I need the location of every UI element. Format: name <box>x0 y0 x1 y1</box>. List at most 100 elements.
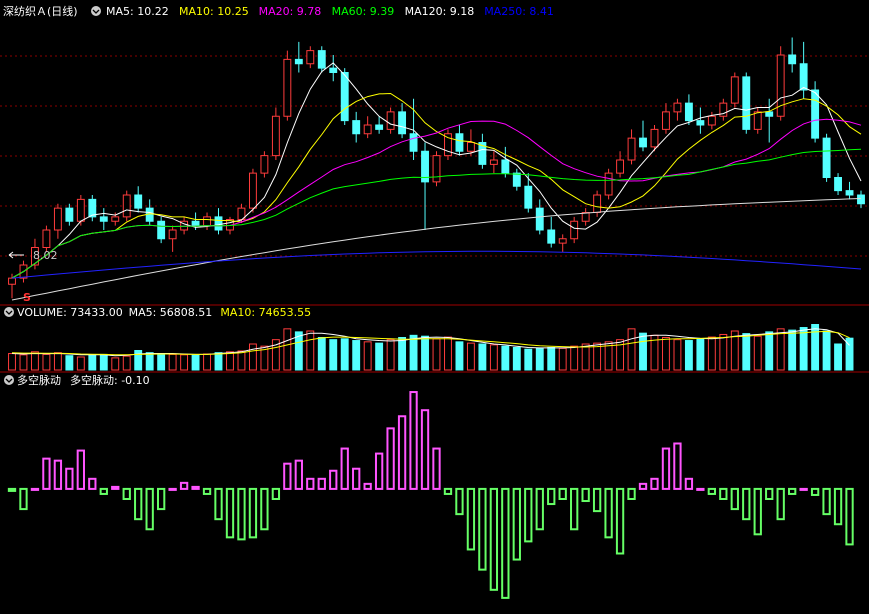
oscillator-bar-negative <box>833 487 843 526</box>
oscillator-bar-positive <box>397 415 407 490</box>
candle-up <box>650 128 659 148</box>
candle-down <box>501 159 510 174</box>
oscillator-layer <box>7 391 854 599</box>
volume-bar-down <box>398 337 407 371</box>
volume-bar-up <box>111 357 120 371</box>
oscillator-bar-negative <box>202 487 212 495</box>
candle-down <box>409 133 418 152</box>
volume-bar-down <box>145 352 154 371</box>
candle-down <box>157 220 166 240</box>
candle-up <box>730 76 739 104</box>
candle-up <box>432 155 441 183</box>
volume-bar-down <box>696 338 705 371</box>
candle-down <box>191 220 200 227</box>
candle-up <box>570 220 579 240</box>
oscillator-bar-positive <box>363 482 372 490</box>
oscillator-bar-positive <box>306 477 315 490</box>
indicator-toggle-icon[interactable] <box>4 375 14 385</box>
oscillator-bar-negative <box>570 487 579 531</box>
candle-down <box>340 72 349 122</box>
volume-bar-up <box>31 351 39 371</box>
oscillator-bar-positive <box>409 391 418 490</box>
oscillator-bar-negative <box>742 487 751 521</box>
volume-bar-up <box>248 343 257 371</box>
oscillator-bar-negative <box>489 487 499 591</box>
oscillator-bar-negative <box>765 487 774 500</box>
volume-bar-down <box>421 335 429 371</box>
oscillator-bar-positive <box>294 459 303 490</box>
settings-toggle-icon[interactable] <box>91 6 101 16</box>
oscillator-bar-negative <box>271 487 281 500</box>
oscillator-bar-negative <box>122 487 131 500</box>
volume-bar-up <box>226 351 234 371</box>
volume-bar-down <box>157 353 166 371</box>
candle-up <box>386 111 395 130</box>
oscillator-bar-negative <box>788 487 797 495</box>
candle-up <box>627 137 636 161</box>
volume-bar-up <box>180 354 189 371</box>
signal-s-marker: S <box>23 291 31 304</box>
candle-up <box>260 155 269 174</box>
volume-bar-up <box>558 347 567 371</box>
oscillator-bar-negative <box>19 487 28 511</box>
candle-up <box>203 216 211 227</box>
oscillator-bar-positive <box>317 477 326 490</box>
candle-down <box>799 63 808 91</box>
ma-legend-label: MA10: 10.25 <box>179 5 249 18</box>
oscillator-bar-negative <box>753 487 762 536</box>
oscillator-bar-negative <box>134 487 143 521</box>
volume-bar-down <box>99 353 108 371</box>
oscillator-bar-positive <box>76 449 85 490</box>
volume-bar-up <box>466 342 475 371</box>
oscillator-bar-positive <box>650 477 659 490</box>
oscillator-bar-positive <box>432 447 441 490</box>
oscillator-bar-negative <box>145 487 154 531</box>
candle-down <box>294 58 303 65</box>
volume-bar-up <box>8 353 16 371</box>
oscillator-bar-negative <box>156 487 166 511</box>
oscillator-bar-negative <box>99 487 108 495</box>
volume-bar-down <box>352 340 361 371</box>
candle-up <box>558 238 567 244</box>
volume-bar-up <box>42 353 51 371</box>
oscillator-bar-negative <box>604 487 613 539</box>
oscillator-bar-negative <box>466 487 476 551</box>
volume-bar-up <box>776 328 785 371</box>
oscillator-bar-negative <box>478 487 487 571</box>
oscillator-bar-positive <box>684 477 694 490</box>
candle-up <box>604 172 613 196</box>
oscillator-bar-negative <box>776 487 785 521</box>
ma120-line <box>11 198 862 301</box>
volume-bar-up <box>627 328 636 371</box>
volume-bar-up <box>203 353 211 371</box>
candlestick-layer <box>8 37 865 299</box>
oscillator-bar-negative <box>225 487 235 539</box>
oscillator-bar-negative <box>707 487 717 495</box>
volume-bar-down <box>822 330 831 371</box>
candle-down <box>811 89 820 139</box>
oscillator-bar-negative <box>730 487 739 511</box>
oscillator-bar-negative <box>237 487 246 541</box>
candle-up <box>593 194 602 213</box>
oscillator-bar-negative <box>455 487 464 516</box>
candle-up <box>111 216 120 222</box>
volume-bar-up <box>662 337 670 371</box>
volume-bar-up <box>673 339 682 371</box>
candle-down <box>639 137 647 148</box>
oscillator-bar-positive <box>111 485 120 490</box>
oscillator-bar-negative <box>547 487 556 506</box>
volume-bar-up <box>753 335 762 371</box>
candle-down <box>857 194 865 205</box>
candle-up <box>76 198 85 222</box>
candle-up <box>707 115 716 126</box>
volume-bar-down <box>214 352 223 371</box>
indicator-name: 多空脉动 <box>17 373 61 387</box>
volume-toggle-icon[interactable] <box>4 307 14 317</box>
oscillator-bar-negative <box>558 487 567 500</box>
volume-bar-up <box>306 330 315 371</box>
candle-down <box>352 120 361 135</box>
candle-down <box>547 229 556 244</box>
candle-down <box>742 76 751 130</box>
oscillator-bar-negative <box>443 487 453 495</box>
volume-bar-up <box>386 339 395 371</box>
